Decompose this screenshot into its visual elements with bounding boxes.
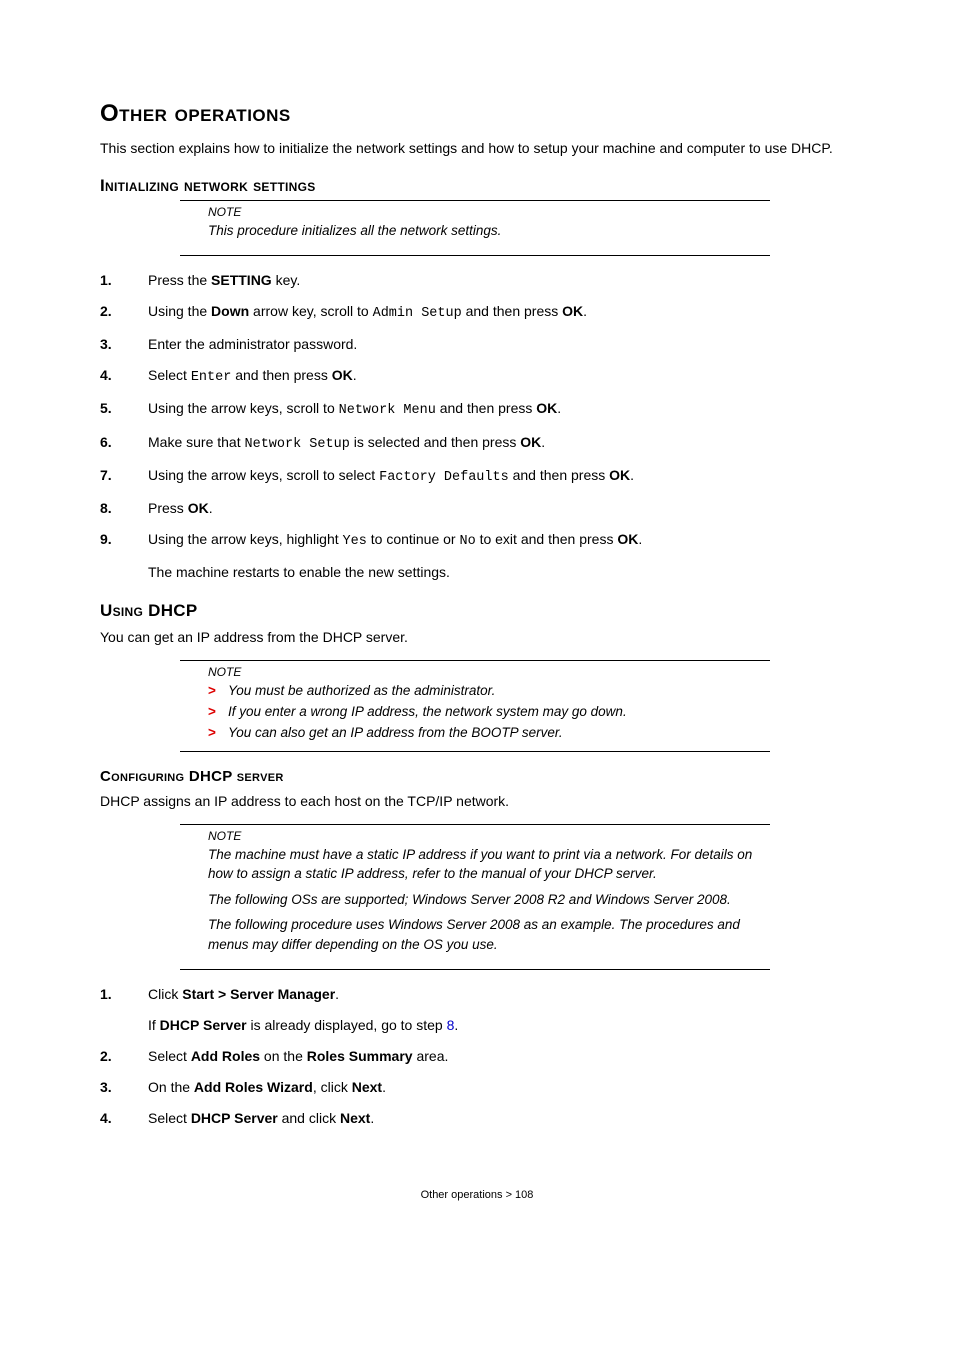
step-item: 3. Enter the administrator password.: [100, 334, 854, 355]
step-number: 2.: [100, 301, 148, 322]
step-text: Select DHCP Server and click Next.: [148, 1108, 854, 1129]
step-text: Select Enter and then press OK.: [148, 365, 854, 388]
note-text: This procedure initializes all the netwo…: [208, 221, 770, 241]
step-number: 3.: [100, 1077, 148, 1098]
step-item: 1. Press the SETTING key.: [100, 270, 854, 291]
step-item: 4. Select Enter and then press OK.: [100, 365, 854, 388]
intro-paragraph: This section explains how to initialize …: [100, 138, 854, 158]
step-text: Make sure that Network Setup is selected…: [148, 432, 854, 455]
step-number: 5.: [100, 398, 148, 419]
note-bullet: You must be authorized as the administra…: [208, 681, 770, 702]
step-number: 9.: [100, 529, 148, 550]
step-number: 4.: [100, 1108, 148, 1129]
note-bullets: You must be authorized as the administra…: [208, 681, 770, 744]
steps-list-initializing: 1. Press the SETTING key. 2. Using the D…: [100, 270, 854, 553]
step-number: 2.: [100, 1046, 148, 1067]
note-box: NOTE The machine must have a static IP a…: [180, 824, 770, 970]
note-label: NOTE: [208, 665, 770, 679]
steps-list-dhcp: 1. Click Start > Server Manager.: [100, 984, 854, 1005]
step-number: 1.: [100, 984, 148, 1005]
section-intro: You can get an IP address from the DHCP …: [100, 627, 854, 647]
note-text: The following OSs are supported; Windows…: [208, 890, 770, 910]
step-number: 8.: [100, 498, 148, 519]
step-text: Press OK.: [148, 498, 854, 519]
step-text: Enter the administrator password.: [148, 334, 854, 355]
step-text: On the Add Roles Wizard, click Next.: [148, 1077, 854, 1098]
step-number: 3.: [100, 334, 148, 355]
page-title: Other operations: [100, 100, 854, 128]
step-number: 4.: [100, 365, 148, 386]
step-item: 3. On the Add Roles Wizard, click Next.: [100, 1077, 854, 1098]
step-item: 5. Using the arrow keys, scroll to Netwo…: [100, 398, 854, 421]
step-item: 4. Select DHCP Server and click Next.: [100, 1108, 854, 1129]
step-number: 7.: [100, 465, 148, 486]
step-text: Using the Down arrow key, scroll to Admi…: [148, 301, 854, 324]
section-intro: DHCP assigns an IP address to each host …: [100, 791, 854, 811]
step-item: 7. Using the arrow keys, scroll to selec…: [100, 465, 854, 488]
note-bullet: You can also get an IP address from the …: [208, 723, 770, 744]
page-footer: Other operations > 108: [100, 1189, 854, 1201]
step-text: Select Add Roles on the Roles Summary ar…: [148, 1046, 854, 1067]
step-text: Using the arrow keys, scroll to select F…: [148, 465, 854, 488]
steps-list-dhcp-cont: 2. Select Add Roles on the Roles Summary…: [100, 1046, 854, 1129]
step-item: 2. Using the Down arrow key, scroll to A…: [100, 301, 854, 324]
step-substep: If DHCP Server is already displayed, go …: [148, 1015, 854, 1036]
note-text: The machine must have a static IP addres…: [208, 845, 770, 884]
step-item: 6. Make sure that Network Setup is selec…: [100, 432, 854, 455]
note-bullet: If you enter a wrong IP address, the net…: [208, 702, 770, 723]
step-text: Click Start > Server Manager.: [148, 984, 854, 1005]
note-text: The following procedure uses Windows Ser…: [208, 915, 770, 954]
note-box: NOTE You must be authorized as the admin…: [180, 660, 770, 753]
step-number: 6.: [100, 432, 148, 453]
step-item: 8. Press OK.: [100, 498, 854, 519]
step-item: 2. Select Add Roles on the Roles Summary…: [100, 1046, 854, 1067]
step-item: 9. Using the arrow keys, highlight Yes t…: [100, 529, 854, 552]
step-text: Using the arrow keys, scroll to Network …: [148, 398, 854, 421]
note-box: NOTE This procedure initializes all the …: [180, 200, 770, 256]
heading-using-dhcp: Using DHCP: [100, 601, 854, 621]
note-label: NOTE: [208, 829, 770, 843]
step-text: Using the arrow keys, highlight Yes to c…: [148, 529, 854, 552]
step-substep: The machine restarts to enable the new s…: [148, 562, 854, 583]
heading-initializing: Initializing network settings: [100, 176, 854, 196]
step-number: 1.: [100, 270, 148, 291]
step-text: Press the SETTING key.: [148, 270, 854, 291]
step-item: 1. Click Start > Server Manager.: [100, 984, 854, 1005]
note-label: NOTE: [208, 205, 770, 219]
heading-configuring-dhcp: Configuring DHCP server: [100, 768, 854, 785]
